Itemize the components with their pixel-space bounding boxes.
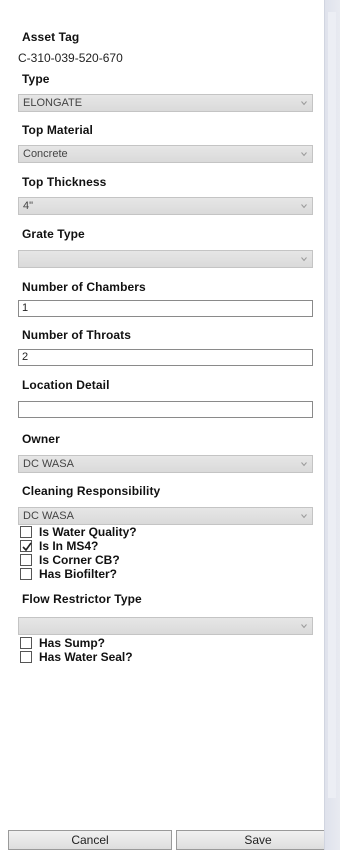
number-of-chambers-label: Number of Chambers [22, 280, 146, 294]
location-detail-input[interactable] [18, 401, 313, 418]
is-corner-cb-label: Is Corner CB? [39, 553, 120, 567]
has-sump-checkbox[interactable] [20, 637, 32, 649]
top-material-dropdown[interactable]: Concrete [18, 145, 313, 163]
is-corner-cb-checkbox[interactable] [20, 554, 32, 566]
has-sump-checkbox-row[interactable]: Has Sump? [20, 636, 220, 650]
has-biofilter-checkbox[interactable] [20, 568, 32, 580]
owner-label: Owner [22, 432, 60, 446]
chevron-down-icon [301, 257, 307, 262]
is-in-ms4-label: Is In MS4? [39, 539, 99, 553]
checkmark-icon [22, 542, 32, 552]
is-corner-cb-checkbox-row[interactable]: Is Corner CB? [20, 553, 220, 567]
is-water-quality-checkbox[interactable] [20, 526, 32, 538]
scrollbar-track[interactable] [328, 12, 336, 798]
owner-dropdown[interactable]: DC WASA [18, 455, 313, 473]
grate-type-label: Grate Type [22, 227, 85, 241]
has-biofilter-checkbox-row[interactable]: Has Biofilter? [20, 567, 220, 581]
number-of-throats-label: Number of Throats [22, 328, 132, 342]
chevron-down-icon [301, 152, 307, 157]
asset-edit-panel: Asset Tag C-310-039-520-670 Type ELONGAT… [0, 0, 340, 850]
asset-tag-value: C-310-039-520-670 [18, 51, 123, 65]
top-material-selected-value: Concrete [23, 148, 68, 160]
number-of-throats-value: 2 [22, 351, 29, 363]
location-detail-label: Location Detail [22, 378, 110, 392]
has-sump-label: Has Sump? [39, 636, 106, 650]
cleaning-responsibility-label: Cleaning Responsibility [22, 484, 161, 498]
has-water-seal-checkbox-row[interactable]: Has Water Seal? [20, 650, 220, 664]
number-of-chambers-value: 1 [22, 302, 29, 314]
number-of-throats-input[interactable]: 2 [18, 349, 313, 366]
is-in-ms4-checkbox-row[interactable]: Is In MS4? [20, 539, 220, 553]
top-material-label: Top Material [22, 123, 93, 137]
chevron-down-icon [301, 514, 307, 519]
is-water-quality-checkbox-row[interactable]: Is Water Quality? [20, 525, 220, 539]
flow-restrictor-type-dropdown[interactable] [18, 617, 313, 635]
top-thickness-dropdown[interactable]: 4" [18, 197, 313, 215]
number-of-chambers-input[interactable]: 1 [18, 300, 313, 317]
type-dropdown[interactable]: ELONGATE [18, 94, 313, 112]
has-water-seal-label: Has Water Seal? [39, 650, 133, 664]
has-biofilter-label: Has Biofilter? [39, 567, 118, 581]
save-button[interactable]: Save [176, 830, 340, 850]
type-selected-value: ELONGATE [23, 97, 83, 109]
cleaning-responsibility-dropdown[interactable]: DC WASA [18, 507, 313, 525]
chevron-down-icon [301, 204, 307, 209]
cleaning-responsibility-selected-value: DC WASA [23, 510, 74, 522]
owner-selected-value: DC WASA [23, 458, 74, 470]
flow-restrictor-type-label: Flow Restrictor Type [22, 592, 142, 606]
type-label: Type [22, 72, 50, 86]
asset-tag-label: Asset Tag [22, 30, 80, 44]
has-water-seal-checkbox[interactable] [20, 651, 32, 663]
top-thickness-selected-value: 4" [23, 200, 34, 212]
chevron-down-icon [301, 101, 307, 106]
top-thickness-label: Top Thickness [22, 175, 107, 189]
grate-type-dropdown[interactable] [18, 250, 313, 268]
chevron-down-icon [301, 624, 307, 629]
is-in-ms4-checkbox[interactable] [20, 540, 32, 552]
cancel-button[interactable]: Cancel [8, 830, 172, 850]
is-water-quality-label: Is Water Quality? [39, 525, 137, 539]
chevron-down-icon [301, 462, 307, 467]
